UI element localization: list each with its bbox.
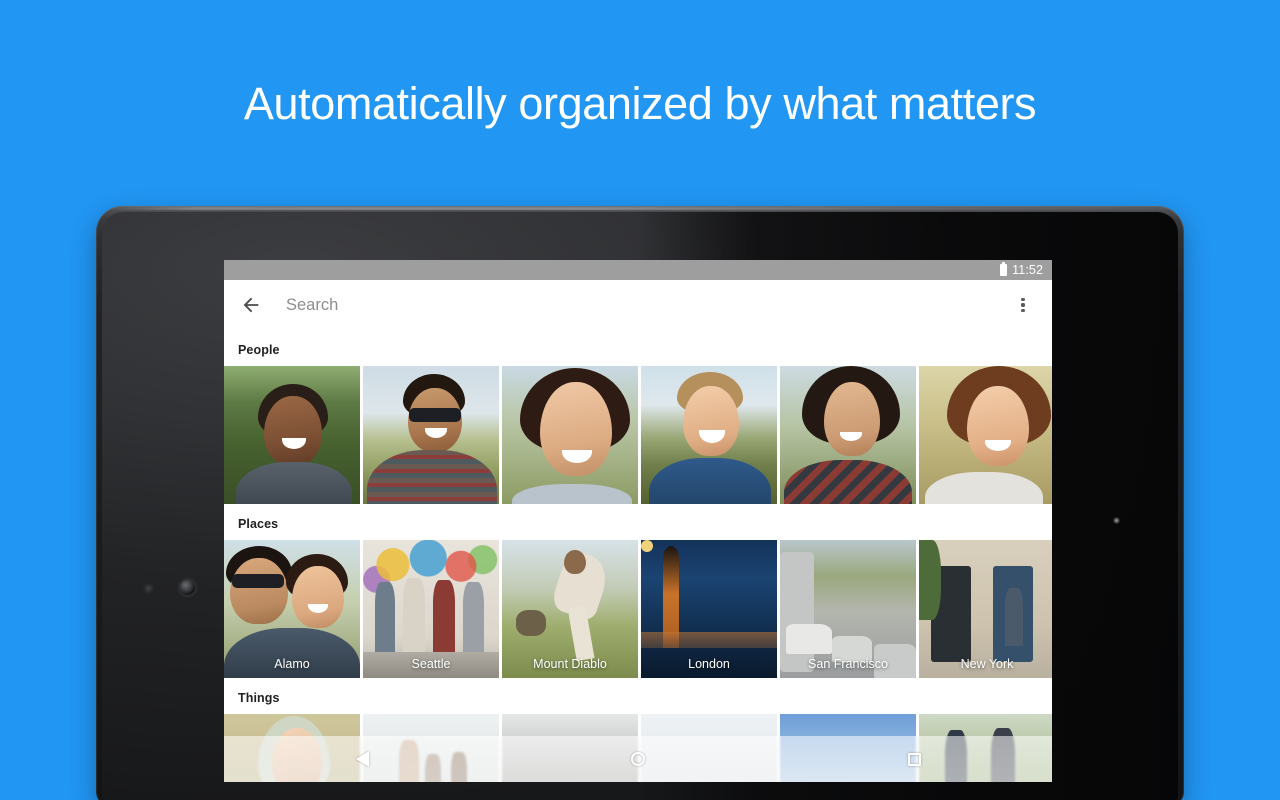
- photo-thumbnail[interactable]: [919, 366, 1052, 504]
- nav-back-icon[interactable]: [332, 736, 392, 782]
- status-bar: 11:52: [224, 260, 1052, 280]
- search-input[interactable]: [286, 296, 1010, 315]
- photo-thumbnail[interactable]: [224, 366, 360, 504]
- back-arrow-icon[interactable]: [238, 292, 264, 318]
- section-title-places: Places: [224, 504, 1052, 540]
- sensor-icon: [143, 583, 154, 594]
- photo-thumbnail[interactable]: Seattle: [363, 540, 499, 678]
- photo-thumbnail[interactable]: [641, 366, 777, 504]
- photo-thumbnail[interactable]: [780, 366, 916, 504]
- android-nav-bar: [224, 736, 1052, 782]
- photo-thumbnail[interactable]: London: [641, 540, 777, 678]
- photo-thumbnail[interactable]: [502, 366, 638, 504]
- photo-thumbnail[interactable]: Mount Diablo: [502, 540, 638, 678]
- tablet-top-rim: [110, 207, 1170, 210]
- indicator-dot-icon: [1113, 517, 1120, 524]
- photo-thumbnail[interactable]: Alamo: [224, 540, 360, 678]
- section-title-things: Things: [224, 678, 1052, 714]
- photo-row-people: [224, 366, 1052, 504]
- photo-thumbnail[interactable]: [363, 366, 499, 504]
- overflow-menu-icon[interactable]: [1010, 292, 1036, 318]
- promo-screenshot: Automatically organized by what matters …: [0, 0, 1280, 800]
- status-bar-clock: 11:52: [1012, 260, 1043, 280]
- photo-thumbnail[interactable]: New York: [919, 540, 1052, 678]
- battery-icon: [1000, 264, 1007, 276]
- tablet-screen: 11:52 People: [224, 260, 1052, 782]
- section-title-people: People: [224, 330, 1052, 366]
- photo-row-places: Alamo Seattle Mount Diablo: [224, 540, 1052, 678]
- app-bar: [224, 280, 1052, 330]
- page-title: Automatically organized by what matters: [0, 74, 1280, 134]
- nav-recents-icon[interactable]: [884, 736, 944, 782]
- photo-thumbnail[interactable]: San Francisco: [780, 540, 916, 678]
- nav-home-icon[interactable]: [608, 736, 668, 782]
- camera-icon: [180, 580, 195, 595]
